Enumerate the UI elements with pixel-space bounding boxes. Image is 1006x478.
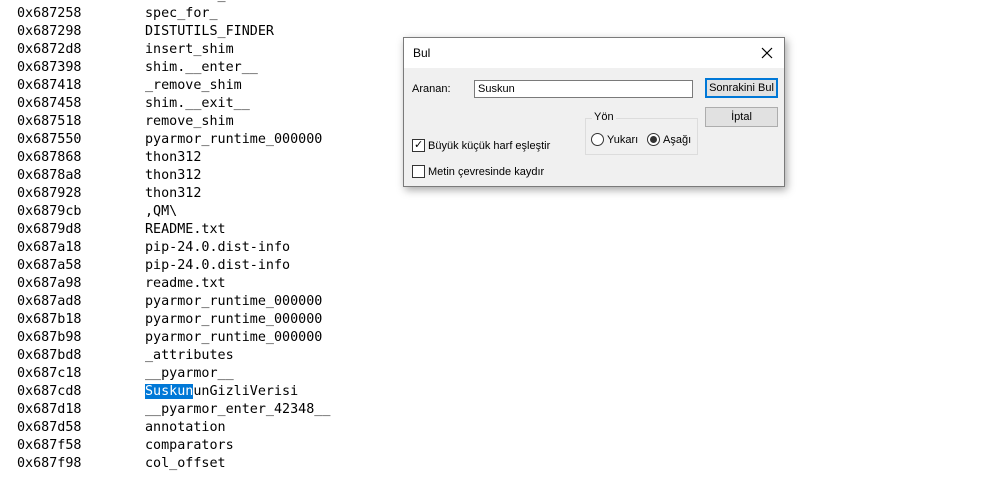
checkbox-box — [412, 165, 425, 178]
string-value: thon312 — [145, 168, 202, 183]
address: 0x687f58 — [17, 438, 82, 453]
address: 0x687868 — [17, 150, 82, 165]
list-item-match[interactable]: 0x687cd8 SuskununGizliVerisi — [0, 383, 1006, 401]
list-item[interactable]: 0x687b98 pyarmor_runtime_000000 — [0, 329, 1006, 347]
list-item[interactable]: 0x687f98 col_offset — [0, 455, 1006, 473]
address: 0x687ad8 — [17, 294, 82, 309]
string-value: pyarmor_runtime_000000 — [145, 132, 323, 147]
string-value: thon312 — [145, 186, 202, 201]
direction-up-label: Yukarı — [607, 134, 639, 146]
address: 0x687cd8 — [17, 384, 82, 399]
address: 0x687258 — [17, 6, 82, 21]
address: 0x687d18 — [17, 402, 82, 417]
checkbox-box: ✓ — [412, 139, 425, 152]
address: 0x687a98 — [17, 276, 82, 291]
address: 0x687c18 — [17, 366, 82, 381]
find-next-button[interactable]: Sonrakini Bul — [705, 78, 778, 98]
string-value: pyarmor_runtime_000000 — [145, 312, 323, 327]
search-highlight: Suskun — [145, 384, 194, 399]
list-item[interactable]: 0x687c18 __pyarmor__ — [0, 365, 1006, 383]
direction-group-title: Yön — [592, 111, 616, 123]
wrap-around-label: Metin çevresinde kaydır — [428, 166, 545, 178]
string-value: pip-24.0.dist-info — [145, 240, 291, 255]
string-value: annotation — [145, 420, 226, 435]
address: 0x687d58 — [17, 420, 82, 435]
string-value: spec_for_ — [145, 6, 218, 21]
radio-circle — [647, 133, 660, 146]
string-value: shim.__exit__ — [145, 96, 250, 111]
list-item[interactable]: 0x687ad8 pyarmor_runtime_000000 — [0, 293, 1006, 311]
address: 0x687518 — [17, 114, 82, 129]
address: 0x6879d8 — [17, 222, 82, 237]
list-item[interactable]: 0x687a18 pip-24.0.dist-info — [0, 239, 1006, 257]
string-value: SuskununGizliVerisi — [145, 383, 298, 401]
address: 0x6879cb — [17, 204, 82, 219]
string-value: thon312 — [145, 150, 202, 165]
list-item[interactable]: 0x6879d8 README.txt — [0, 221, 1006, 239]
find-dialog: Bul Aranan: Suskun Sonrakini Bul İptal Y… — [403, 37, 785, 187]
address: 0x687550 — [17, 132, 82, 147]
address: 0x687bd8 — [17, 348, 82, 363]
string-value: remove_shim — [145, 114, 234, 129]
string-value: col_offset — [145, 456, 226, 471]
address: 0x687298 — [17, 24, 82, 39]
dialog-titlebar[interactable]: Bul — [404, 38, 784, 68]
address: 0x687458 — [17, 96, 82, 111]
address: 0x687b18 — [17, 312, 82, 327]
search-label: Aranan: — [412, 83, 451, 95]
list-item[interactable]: 0x687d58 annotation — [0, 419, 1006, 437]
close-button[interactable] — [756, 42, 778, 64]
string-value: pip-24.0.dist-info — [145, 258, 291, 273]
string-value: shim.__enter__ — [145, 60, 258, 75]
string-value: __pyarmor__ — [145, 366, 234, 381]
direction-down-label: Aşağı — [663, 134, 692, 146]
list-item[interactable]: 0x6879cb ,QM\ — [0, 203, 1006, 221]
string-value: ,QM\ — [145, 204, 178, 219]
list-item[interactable]: 0x687928 thon312 — [0, 185, 1006, 203]
string-value: _remove_shim — [145, 78, 242, 93]
address: 0x687a58 — [17, 258, 82, 273]
string-value: DISTUTILS_FINDER — [145, 24, 274, 39]
address: 0x687928 — [17, 186, 82, 201]
list-item[interactable]: 0x687f58 comparators — [0, 437, 1006, 455]
match-case-label: Büyük küçük harf eşleştir — [428, 140, 551, 152]
address: 0x687f98 — [17, 456, 82, 471]
address: 0x687418 — [17, 78, 82, 93]
address: 0x6878a8 — [17, 168, 82, 183]
string-value: _attributes — [145, 348, 234, 363]
string-value: insert_shim — [145, 42, 234, 57]
search-input[interactable]: Suskun — [474, 80, 693, 98]
list-item[interactable]: 0x687d18 __pyarmor_enter_42348__ — [0, 401, 1006, 419]
list-item[interactable]: 0x687a58 pip-24.0.dist-info — [0, 257, 1006, 275]
radio-selected-dot — [650, 136, 657, 143]
string-value: pyarmor_runtime_000000 — [145, 330, 323, 345]
list-item[interactable]: 0x687b18 pyarmor_runtime_000000 — [0, 311, 1006, 329]
close-icon — [761, 47, 773, 59]
address: 0x687a18 — [17, 240, 82, 255]
address: 0x687398 — [17, 60, 82, 75]
string-value: __pyarmor_enter_42348__ — [145, 402, 331, 417]
dialog-title: Bul — [413, 46, 431, 60]
list-item[interactable]: 0x687a98 readme.txt — [0, 275, 1006, 293]
address: 0x687b98 — [17, 330, 82, 345]
list-item[interactable]: 0x687bd8 _attributes — [0, 347, 1006, 365]
string-value: readme.txt — [145, 276, 226, 291]
string-value: comparators — [145, 438, 234, 453]
radio-circle — [591, 133, 604, 146]
checkmark-icon: ✓ — [414, 139, 424, 151]
cancel-button[interactable]: İptal — [705, 107, 778, 127]
string-value-rest: unGizliVerisi — [193, 384, 299, 399]
address: 0x6872d8 — [17, 42, 82, 57]
list-item[interactable]: 0x687258 spec_for_ — [0, 5, 1006, 23]
string-value: README.txt — [145, 222, 226, 237]
string-value: pyarmor_runtime_000000 — [145, 294, 323, 309]
